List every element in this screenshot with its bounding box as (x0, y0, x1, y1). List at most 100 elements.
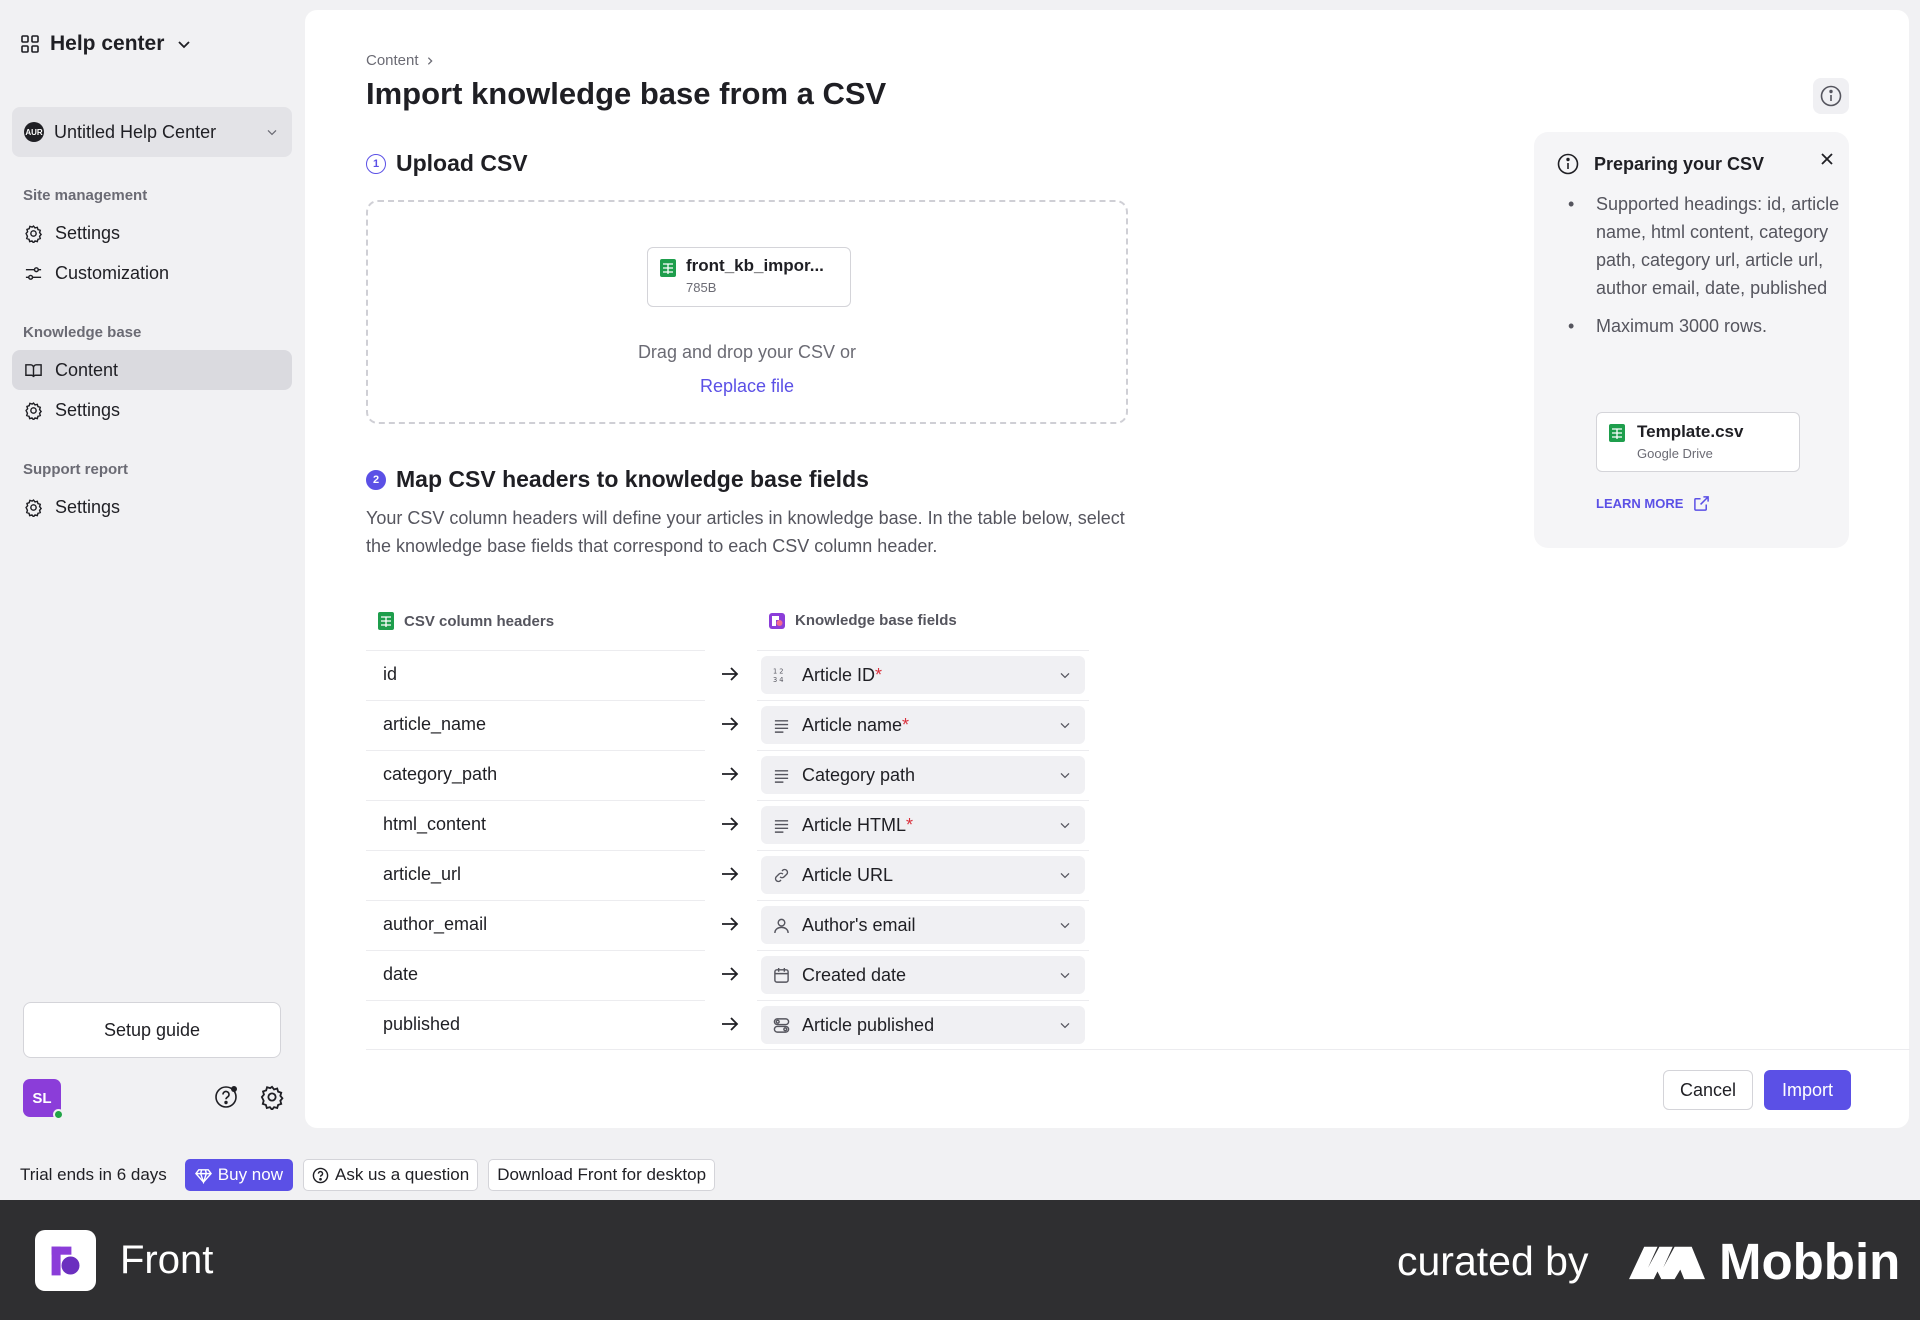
table-row: published Article published (366, 1000, 1096, 1050)
step-title: Upload CSV (396, 150, 528, 176)
chevron-down-icon (1060, 772, 1070, 779)
gear-icon (25, 498, 43, 517)
kb-field-select[interactable]: Author's email (761, 906, 1085, 944)
ask-question-label: Ask us a question (334, 1165, 470, 1184)
kb-field-label: Article published (802, 1014, 935, 1035)
kb-field-select[interactable]: 1 23 4 Article ID* (761, 656, 1085, 694)
step-number: 1 (366, 153, 386, 174)
csv-dropzone[interactable]: front_kb_impor... 785B Drag and drop you… (366, 200, 1128, 424)
gear-icon (25, 401, 43, 420)
kb-field-label: Article URL (802, 864, 894, 885)
kb-field-label: Article name (802, 714, 903, 735)
main-panel: Content Import knowledge base from a CSV… (305, 10, 1910, 1128)
sidebar: Help center AUR Untitled Help Center Sit… (0, 0, 304, 1150)
buy-now-button[interactable]: Buy now (184, 1159, 293, 1191)
setup-guide-button[interactable]: Setup guide (23, 1002, 281, 1058)
column-header-label: Knowledge base fields (795, 612, 957, 629)
arrow-right-icon (722, 967, 739, 981)
workspace-name: Untitled Help Center (54, 121, 217, 142)
sidebar-item-site-settings[interactable]: Settings (12, 213, 292, 253)
prep-panel-heading: Preparing your CSV (1556, 152, 1764, 176)
sidebar-item-label: Settings (55, 496, 121, 517)
text-lines-icon (773, 817, 790, 834)
arrow-right-icon (722, 717, 739, 731)
kb-field-select[interactable]: Created date (761, 956, 1085, 994)
branding-strip: Front curated by Mobbin (0, 1200, 1920, 1320)
kb-field-select[interactable]: Article name* (761, 706, 1085, 744)
import-button[interactable]: Import (1764, 1070, 1851, 1110)
footer-divider (366, 1049, 1910, 1050)
mobbin-wordmark: Mobbin (1719, 1233, 1901, 1290)
gear-icon[interactable] (259, 1084, 285, 1110)
table-row: category_path Category path (366, 750, 1096, 800)
prep-panel-title: Preparing your CSV (1594, 153, 1765, 174)
kb-field-cell: Article name* (757, 700, 1089, 750)
step-1-heading: 1 Upload CSV (366, 150, 528, 177)
close-icon[interactable] (1818, 150, 1836, 168)
preparing-csv-panel: Preparing your CSV Supported headings: i… (1534, 132, 1849, 548)
cancel-button[interactable]: Cancel (1663, 1070, 1753, 1110)
sidebar-item-report-settings[interactable]: Settings (12, 487, 292, 527)
chevron-right-icon (427, 56, 433, 65)
kb-field-cell: Article published (757, 1000, 1089, 1050)
mobbin-mark-icon (1629, 1246, 1705, 1279)
help-icon[interactable] (213, 1084, 239, 1110)
diamond-icon (194, 1168, 212, 1184)
chevron-down-icon (1060, 822, 1070, 829)
step-number: 2 (366, 469, 386, 490)
kb-field-label: Category path (802, 764, 916, 785)
chevron-down-icon (1060, 1022, 1070, 1029)
avatar-initials: SL (32, 1089, 52, 1107)
kb-field-value: Article URL (802, 865, 893, 886)
kb-field-select[interactable]: Article URL (761, 856, 1085, 894)
arrow-right-icon (722, 1017, 739, 1031)
kb-field-select[interactable]: Category path (761, 756, 1085, 794)
front-logo-icon (51, 1246, 79, 1275)
uploaded-file-chip: front_kb_impor... 785B (647, 247, 851, 307)
section-label-site-management: Site management (23, 187, 148, 204)
kb-field-value: Article HTML* (802, 815, 913, 836)
front-logo (35, 1230, 96, 1291)
prep-bullet: Supported headings: id, article name, ht… (1568, 190, 1841, 302)
table-row: article_name Article name* (366, 700, 1096, 750)
kb-field-label: Article ID (802, 664, 876, 685)
sidebar-item-kb-settings[interactable]: Settings (12, 390, 292, 430)
arrow-right-icon (722, 817, 739, 831)
sidebar-item-content[interactable]: Content (12, 350, 292, 390)
csv-header-cell: date (366, 950, 705, 1000)
download-desktop-button[interactable]: Download Front for desktop (488, 1159, 716, 1191)
breadcrumb: Content (366, 52, 435, 69)
chevron-down-icon (1060, 922, 1070, 929)
replace-file-link[interactable]: Replace file (368, 376, 1126, 397)
sidebar-item-customization[interactable]: Customization (12, 253, 292, 293)
spreadsheet-icon (378, 612, 394, 630)
spreadsheet-icon (660, 259, 676, 277)
kb-field-select[interactable]: Article HTML* (761, 806, 1085, 844)
page-title: Import knowledge base from a CSV (366, 76, 887, 111)
chevron-down-icon (1060, 672, 1070, 679)
learn-more-link[interactable]: LEARN MORE (1596, 495, 1710, 512)
help-center-switcher[interactable]: Help center (20, 32, 194, 56)
required-marker: * (906, 814, 914, 835)
table-row: html_content Article HTML* (366, 800, 1096, 850)
csv-header-cell: author_email (366, 900, 705, 950)
section-label-support-report: Support report (23, 461, 128, 478)
chevron-down-icon (267, 129, 277, 136)
workspace-selector[interactable]: AUR Untitled Help Center (12, 107, 292, 157)
column-header-label: CSV column headers (404, 612, 555, 630)
breadcrumb-content-link[interactable]: Content (366, 52, 419, 69)
avatar[interactable]: SL (23, 1079, 64, 1120)
trial-bar: Trial ends in 6 days Buy now Ask us a qu… (0, 1150, 1920, 1200)
table-row: article_url Article URL (366, 850, 1096, 900)
ask-question-button[interactable]: Ask us a question (302, 1159, 479, 1191)
front-logo-icon (769, 612, 785, 629)
template-file-chip[interactable]: Template.csv Google Drive (1596, 412, 1800, 472)
calendar-icon (773, 967, 790, 984)
csv-header-cell: article_name (366, 700, 705, 750)
kb-field-cell: Author's email (757, 900, 1089, 950)
info-button[interactable] (1813, 78, 1849, 114)
drop-instructions: Drag and drop your CSV or (637, 342, 857, 362)
step-title: Map CSV headers to knowledge base fields (396, 466, 869, 492)
kb-field-select[interactable]: Article published (761, 1006, 1085, 1044)
trial-text: Trial ends in 6 days (20, 1165, 167, 1184)
